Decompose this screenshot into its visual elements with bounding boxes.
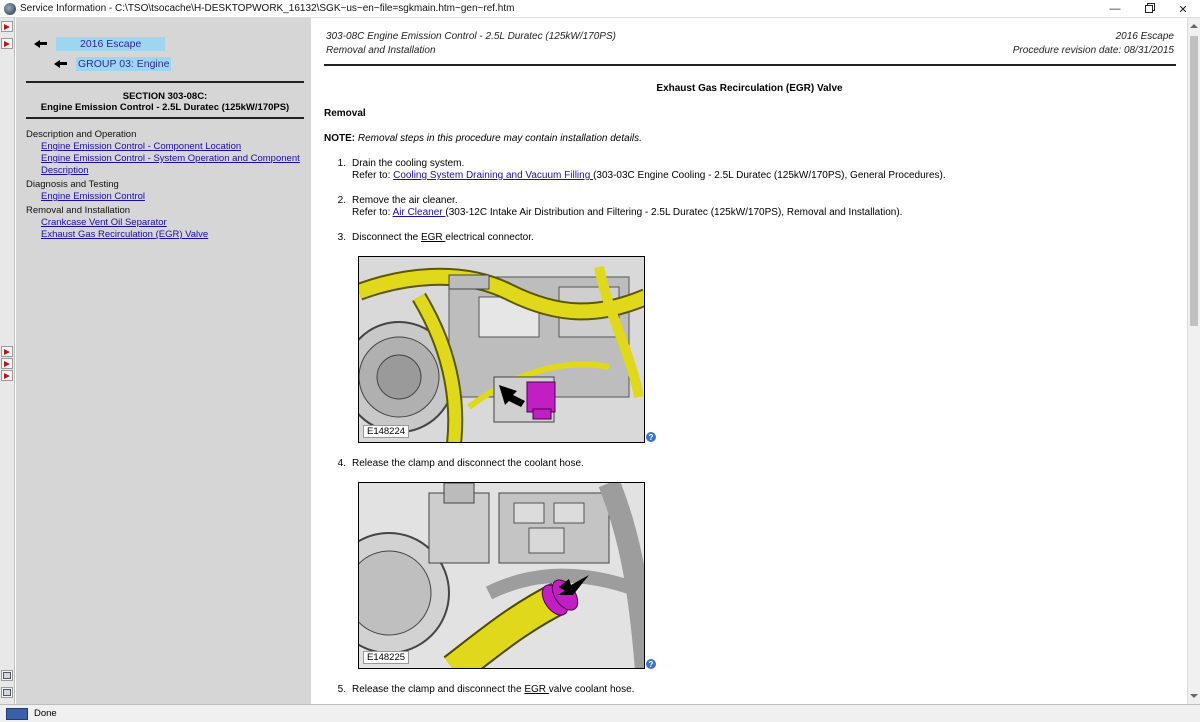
header-revision-date: Procedure revision date: 08/31/2015 <box>1012 45 1174 56</box>
refer-label: Refer to: <box>352 170 394 181</box>
close-button[interactable]: ✕ <box>1166 0 1200 18</box>
link-cooling-system-draining[interactable]: Cooling System Draining and Vacuum Filli… <box>393 170 593 181</box>
step-reference: Refer to: Cooling System Draining and Va… <box>352 170 946 182</box>
step-text-post: valve coolant hose. <box>548 684 635 695</box>
tree-link-component-location[interactable]: Engine Emission Control - Component Loca… <box>41 141 306 153</box>
red-arrow-icon <box>4 23 10 30</box>
note-text: Removal steps in this procedure may cont… <box>355 133 642 144</box>
title-bar: Service Information - C:\TSO\tsocache\H-… <box>0 0 1200 18</box>
reference-detail: (303-12C Intake Air Distribution and Fil… <box>445 207 903 218</box>
egr-connector-illustration <box>359 257 644 442</box>
tree-category: Description and Operation <box>26 129 137 140</box>
tree-link-system-operation[interactable]: Engine Emission Control - System Operati… <box>41 153 306 177</box>
red-arrow-icon <box>4 348 10 355</box>
window-title: Service Information - C:\TSO\tsocache\H-… <box>20 3 515 14</box>
help-icon[interactable]: ? <box>646 432 656 442</box>
red-arrow-button[interactable] <box>1 358 13 369</box>
document-header: 303-08C Engine Emission Control - 2.5L D… <box>326 30 1174 58</box>
abbreviation-egr[interactable]: EGR <box>421 232 445 243</box>
tree-link-engine-emission-control[interactable]: Engine Emission Control <box>41 191 306 203</box>
figure-e148225: E148225 <box>358 482 645 669</box>
step-reference: Refer to: Air Cleaner (303-12C Intake Ai… <box>352 207 902 219</box>
link-air-cleaner[interactable]: Air Cleaner <box>393 207 446 218</box>
red-arrow-icon <box>4 40 10 47</box>
red-arrow-button[interactable] <box>1 38 13 49</box>
note: NOTE: Removal steps in this procedure ma… <box>324 133 642 144</box>
tree-category: Diagnosis and Testing <box>26 179 119 190</box>
back-vehicle-link[interactable]: 2016 Escape <box>34 37 166 51</box>
help-icon[interactable]: ? <box>646 659 656 669</box>
red-arrow-button[interactable] <box>1 346 13 357</box>
red-arrow-button[interactable] <box>1 370 13 381</box>
scroll-thumb[interactable] <box>1190 36 1198 326</box>
browser-status-icon <box>6 707 28 720</box>
coolant-hose-illustration <box>359 483 644 668</box>
red-arrow-icon <box>4 372 10 379</box>
step-text: Release the clamp and disconnect the coo… <box>352 458 584 469</box>
figure-e148224: E148224 <box>358 256 645 443</box>
maximize-button[interactable] <box>1132 0 1166 18</box>
section-name: Engine Emission Control - 2.5L Duratec (… <box>40 102 290 113</box>
tree-link-crankcase-vent[interactable]: Crankcase Vent Oil Separator <box>41 217 306 229</box>
tool-button[interactable] <box>1 687 13 698</box>
navigation-pane: 2016 Escape GROUP 03: Engine SECTION 303… <box>16 18 311 704</box>
removal-heading: Removal <box>324 108 366 119</box>
status-bar: Done <box>0 704 1200 722</box>
step-number: 5. <box>337 684 346 695</box>
header-vehicle: 2016 Escape <box>1115 31 1174 42</box>
figure-label: E148224 <box>363 425 410 438</box>
print-icon <box>3 689 11 696</box>
vertical-scrollbar[interactable] <box>1187 18 1200 704</box>
left-toolbar <box>0 18 15 704</box>
red-arrow-button[interactable] <box>1 21 13 32</box>
red-arrow-icon <box>4 360 10 367</box>
step-number: 1. <box>337 158 346 169</box>
step-number: 2. <box>337 195 346 206</box>
step-text: Release the clamp and disconnect the EGR… <box>352 684 634 696</box>
refer-label: Refer to: <box>352 207 393 218</box>
divider <box>26 117 304 119</box>
step-text: Remove the air cleaner. <box>352 195 458 206</box>
abbreviation-egr[interactable]: EGR <box>524 684 548 695</box>
vehicle-label[interactable]: 2016 Escape <box>56 37 166 51</box>
step-number: 3. <box>337 232 346 243</box>
group-label[interactable]: GROUP 03: Engine <box>76 57 172 71</box>
back-arrow-icon <box>34 39 48 49</box>
step-text-post: electrical connector. <box>445 232 534 243</box>
header-section: 303-08C Engine Emission Control - 2.5L D… <box>326 31 616 42</box>
back-arrow-icon <box>54 59 68 69</box>
step-text: Disconnect the EGR electrical connector. <box>352 232 534 244</box>
step-text: Drain the cooling system. <box>352 158 465 169</box>
status-text: Done <box>34 708 57 719</box>
header-divider <box>324 64 1176 66</box>
tree-link-egr-valve[interactable]: Exhaust Gas Recirculation (EGR) Valve <box>41 229 306 241</box>
figure-label: E148225 <box>363 651 410 664</box>
app-icon <box>4 2 16 15</box>
document-pane: 303-08C Engine Emission Control - 2.5L D… <box>312 18 1187 704</box>
minimize-button[interactable]: — <box>1098 0 1132 18</box>
maximize-icon <box>1145 5 1153 13</box>
scroll-down-icon[interactable] <box>1190 694 1198 698</box>
procedure-title: Exhaust Gas Recirculation (EGR) Valve <box>656 83 843 94</box>
document-icon <box>3 672 11 679</box>
tree-category: Removal and Installation <box>26 205 131 216</box>
step-text-pre: Release the clamp and disconnect the <box>352 684 525 695</box>
reference-detail: (303-03C Engine Cooling - 2.5L Duratec (… <box>593 170 946 181</box>
tool-button[interactable] <box>1 670 13 681</box>
procedure-tree: Description and Operation Engine Emissio… <box>26 127 306 241</box>
divider <box>26 81 304 83</box>
section-number: SECTION 303-08C: <box>122 91 208 102</box>
back-group-link[interactable]: GROUP 03: Engine <box>54 57 172 71</box>
scroll-up-icon[interactable] <box>1190 24 1198 28</box>
step-number: 4. <box>337 458 346 469</box>
step-text-pre: Disconnect the <box>352 232 421 243</box>
note-label: NOTE: <box>324 133 356 144</box>
